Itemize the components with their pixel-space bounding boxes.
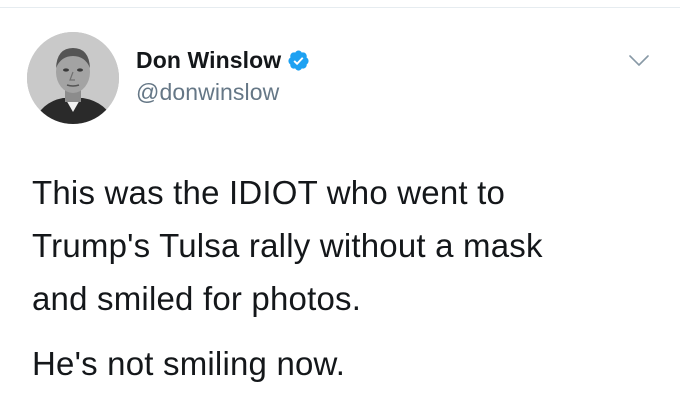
author-block: Don Winslow @donwinslow [136,45,310,106]
more-options-button[interactable] [628,52,650,70]
tweet-text-line: He's not smiling now. [32,345,346,382]
avatar[interactable] [27,32,119,124]
tweet-text-line: Trump's Tulsa rally without a mask [32,227,543,264]
tweet-card: Don Winslow @donwinslow This was the IDI… [0,0,680,417]
tweet-text-line: and smiled for photos. [32,280,362,317]
verified-badge-icon [287,49,310,72]
display-name[interactable]: Don Winslow [136,47,281,74]
handle[interactable]: @donwinslow [136,79,310,106]
chevron-down-icon [629,55,649,66]
tweet-text-line: This was the IDIOT who went to [32,174,506,211]
name-row: Don Winslow [136,45,310,75]
divider [0,7,680,8]
tweet-text: This was the IDIOT who went to Trump's T… [32,166,672,390]
